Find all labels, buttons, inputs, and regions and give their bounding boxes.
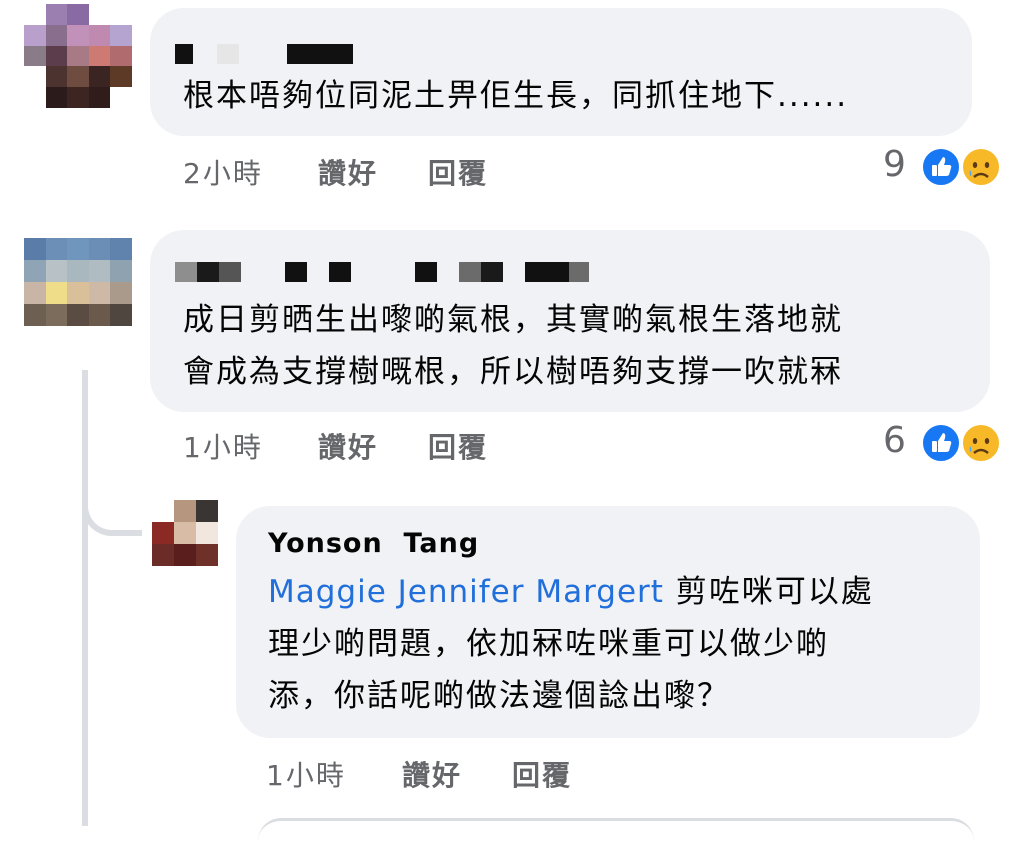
- thread-connector: [82, 496, 142, 536]
- comment-text-2-line-2: 會成為支撐樹嘅根，所以樹唔夠支撐一吹就冧: [183, 354, 843, 390]
- reply-author-name[interactable]: Yonson Tang: [268, 528, 479, 559]
- sad-icon: [960, 146, 1002, 188]
- like-button-2[interactable]: 讚好: [318, 426, 378, 466]
- like-icon: [920, 422, 962, 464]
- like-icon: [920, 146, 962, 188]
- reply-time[interactable]: 1小時: [266, 754, 346, 794]
- like-button-1[interactable]: 讚好: [318, 152, 378, 192]
- next-comment-edge: [258, 818, 974, 841]
- reaction-count-1[interactable]: 9: [883, 144, 906, 185]
- reply-text-line-1: Maggie Jennifer Margert 剪咗咪可以處: [268, 566, 874, 618]
- redacted-author-name-2: [175, 262, 595, 282]
- reaction-count-2[interactable]: 6: [883, 420, 906, 461]
- comment-text-2-line-1: 成日剪晒生出嚟啲氣根，其實啲氣根生落地就: [183, 302, 843, 338]
- sad-icon: [960, 422, 1002, 464]
- reply-text-segment: 剪咗咪可以處: [663, 574, 874, 610]
- reply-button-1[interactable]: 回覆: [428, 152, 488, 192]
- reply-like-button[interactable]: 讚好: [402, 754, 462, 794]
- comment-time-2[interactable]: 1小時: [183, 426, 263, 466]
- reply-text-line-3: 添，你話呢啲做法邊個諗出嚟？: [268, 678, 730, 714]
- reply-button-2[interactable]: 回覆: [428, 426, 488, 466]
- reply-reply-button[interactable]: 回覆: [512, 754, 572, 794]
- reply-text-line-2: 理少啲問題，依加冧咗咪重可以做少啲: [268, 626, 829, 662]
- thread-line: [82, 370, 88, 826]
- comment-time-1[interactable]: 2小時: [183, 152, 263, 192]
- comment-text-1: 根本唔夠位同泥土畀佢生長，同抓住地下......: [183, 78, 849, 114]
- avatar-reply[interactable]: [152, 500, 218, 566]
- mention-link[interactable]: Maggie Jennifer Margert: [268, 574, 664, 610]
- avatar-comment-2[interactable]: [24, 238, 132, 326]
- redacted-author-name-1: [175, 44, 355, 64]
- avatar-comment-1[interactable]: [24, 4, 132, 108]
